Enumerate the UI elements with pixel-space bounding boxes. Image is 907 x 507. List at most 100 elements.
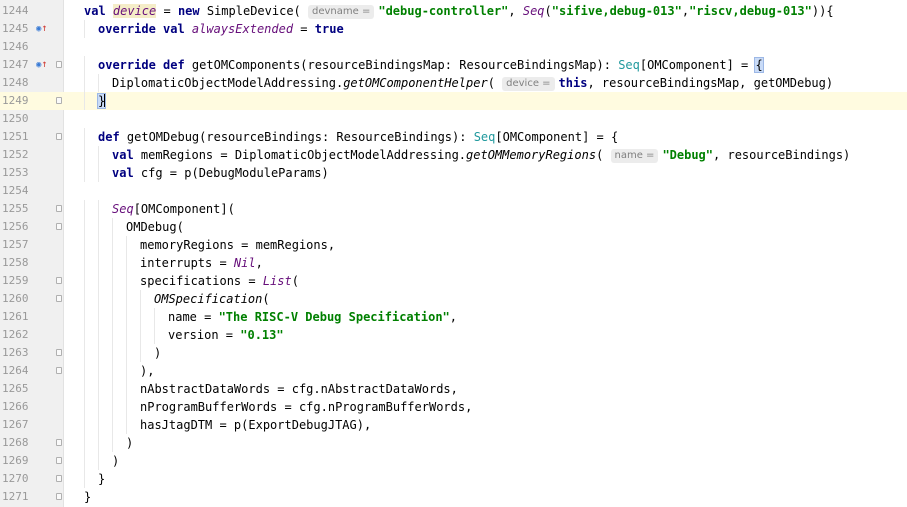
line-number: 1264 (2, 364, 29, 377)
code-token: ( (262, 292, 270, 306)
fold-toggle-icon[interactable] (56, 61, 62, 68)
code-text[interactable]: ) (154, 344, 161, 362)
fold-toggle-icon[interactable] (56, 205, 62, 212)
gutter-cell: 1253 (0, 164, 63, 182)
code-line[interactable]: 1264), (0, 362, 907, 380)
code-token: device (112, 4, 157, 18)
indent-guide (84, 398, 85, 416)
indent-guide (84, 254, 85, 272)
code-text[interactable]: } (84, 488, 91, 506)
fold-toggle-icon[interactable] (56, 277, 62, 284)
code-text[interactable]: DiplomaticObjectModelAddressing.getOMCom… (112, 74, 833, 92)
code-line[interactable]: 1244 val device = new SimpleDevice( devna… (0, 2, 907, 20)
gutter-cell: 1245 ◉↑ (0, 20, 63, 38)
code-line[interactable]: 1260 OMSpecification( (0, 290, 907, 308)
line-number: 1255 (2, 202, 29, 215)
fold-toggle-icon[interactable] (56, 223, 62, 230)
code-text[interactable]: memoryRegions = memRegions, (140, 236, 335, 254)
code-text[interactable]: override def getOMComponents(resourceBin… (98, 56, 764, 74)
code-line[interactable]: 1268) (0, 434, 907, 452)
code-line[interactable]: 1246 (0, 38, 907, 56)
code-text[interactable]: nAbstractDataWords = cfg.nAbstractDataWo… (140, 380, 458, 398)
code-text[interactable]: OMDebug( (126, 218, 184, 236)
code-line[interactable]: 1269) (0, 452, 907, 470)
code-token: ( (596, 148, 611, 162)
code-line[interactable]: 1250 (0, 110, 907, 128)
indent-guide (126, 362, 127, 380)
code-token: Nil (233, 256, 256, 270)
code-line[interactable]: 1252 val memRegions = DiplomaticObjectMod… (0, 146, 907, 164)
code-line[interactable]: 1248 DiplomaticObjectModelAddressing.getO… (0, 74, 907, 92)
override-up-arrow-icon[interactable]: ◉↑ (36, 20, 50, 38)
code-token: ( (487, 76, 503, 90)
fold-toggle-icon[interactable] (56, 475, 62, 482)
code-text[interactable]: OMSpecification( (154, 290, 270, 308)
code-token: val (84, 4, 113, 18)
line-number: 1257 (2, 238, 29, 251)
code-token: Seq (112, 202, 134, 216)
code-text[interactable]: hasJtagDTM = p(ExportDebugJTAG), (140, 416, 371, 434)
fold-toggle-icon[interactable] (56, 367, 62, 374)
fold-toggle-icon[interactable] (56, 457, 62, 464)
code-line[interactable]: 1254 (0, 182, 907, 200)
fold-toggle-icon[interactable] (56, 349, 62, 356)
fold-toggle-icon[interactable] (56, 439, 62, 446)
code-line[interactable]: 1267 hasJtagDTM = p(ExportDebugJTAG), (0, 416, 907, 434)
code-line[interactable]: 1247 ◉↑ override def getOMComponents(resou… (0, 56, 907, 74)
indent-guide (84, 20, 85, 38)
fold-toggle-icon[interactable] (56, 493, 62, 500)
code-text[interactable]: } (98, 470, 105, 488)
parameter-hint: device = (502, 77, 555, 91)
code-editor[interactable]: 1244 val device = new SimpleDevice( devna… (0, 0, 907, 507)
code-text[interactable]: specifications = List( (140, 272, 299, 290)
indent-guide (98, 398, 99, 416)
code-text[interactable]: ) (126, 434, 133, 452)
code-line[interactable]: 1261 name = "The RISC-V Debug Specificati… (0, 308, 907, 326)
code-token: , (508, 4, 523, 18)
code-text[interactable]: ) (112, 452, 119, 470)
code-line[interactable]: 1262 version = "0.13" (0, 326, 907, 344)
code-text[interactable]: def getOMDebug(resourceBindings: Resourc… (98, 128, 618, 146)
code-token: , resourceBindings) (713, 148, 851, 162)
code-text[interactable]: } (96, 92, 107, 110)
gutter-cell: 1244 (0, 2, 63, 20)
fold-toggle-icon[interactable] (56, 97, 62, 104)
code-line[interactable]: 1256 OMDebug( (0, 218, 907, 236)
code-text[interactable]: override val alwaysExtended = true (98, 20, 344, 38)
code-text[interactable]: version = "0.13" (168, 326, 284, 344)
override-up-arrow-icon[interactable]: ◉↑ (36, 56, 50, 74)
code-line[interactable]: 1265 nAbstractDataWords = cfg.nAbstractDa… (0, 380, 907, 398)
gutter-cell: 1254 (0, 182, 63, 200)
code-line[interactable]: 1258 interrupts = Nil, (0, 254, 907, 272)
code-line[interactable]: 1255 Seq[OMComponent]( (0, 200, 907, 218)
code-text[interactable]: nProgramBufferWords = cfg.nProgramBuffer… (140, 398, 472, 416)
code-text[interactable]: val device = new SimpleDevice( devname =… (84, 2, 834, 20)
code-line[interactable]: 1266 nProgramBufferWords = cfg.nProgramBu… (0, 398, 907, 416)
code-text[interactable]: name = "The RISC-V Debug Specification", (168, 308, 457, 326)
code-token: nProgramBufferWords = cfg.nProgramBuffer… (140, 400, 473, 414)
code-token: ) (126, 436, 134, 450)
code-text[interactable]: ), (140, 362, 154, 380)
code-token: Seq (618, 58, 640, 72)
indent-guide (98, 272, 99, 290)
code-text[interactable]: val memRegions = DiplomaticObjectModelAd… (112, 146, 850, 164)
fold-toggle-icon[interactable] (56, 295, 62, 302)
code-line[interactable]: 1270} (0, 470, 907, 488)
code-line[interactable]: 1245 ◉↑ override val alwaysExtended = true (0, 20, 907, 38)
code-line[interactable]: 1257 memoryRegions = memRegions, (0, 236, 907, 254)
code-token: , (449, 310, 457, 324)
code-line[interactable]: 1253 val cfg = p(DebugModuleParams) (0, 164, 907, 182)
code-text[interactable]: interrupts = Nil, (140, 254, 263, 272)
code-line[interactable]: 1251 def getOMDebug(resourceBindings: Res… (0, 128, 907, 146)
parameter-hint: name = (610, 149, 659, 163)
code-line[interactable]: 1271} (0, 488, 907, 506)
code-text[interactable]: val cfg = p(DebugModuleParams) (112, 164, 329, 182)
code-line[interactable]: 1259 specifications = List( (0, 272, 907, 290)
code-line[interactable]: 1263) (0, 344, 907, 362)
code-text[interactable]: Seq[OMComponent]( (112, 200, 235, 218)
code-token: hasJtagDTM = p(ExportDebugJTAG), (140, 418, 372, 432)
fold-toggle-icon[interactable] (56, 133, 62, 140)
code-token: Seq (473, 130, 496, 144)
code-token: , resourceBindingsMap, getOMDebug) (587, 76, 834, 90)
code-line[interactable]: 1249} (0, 92, 907, 110)
